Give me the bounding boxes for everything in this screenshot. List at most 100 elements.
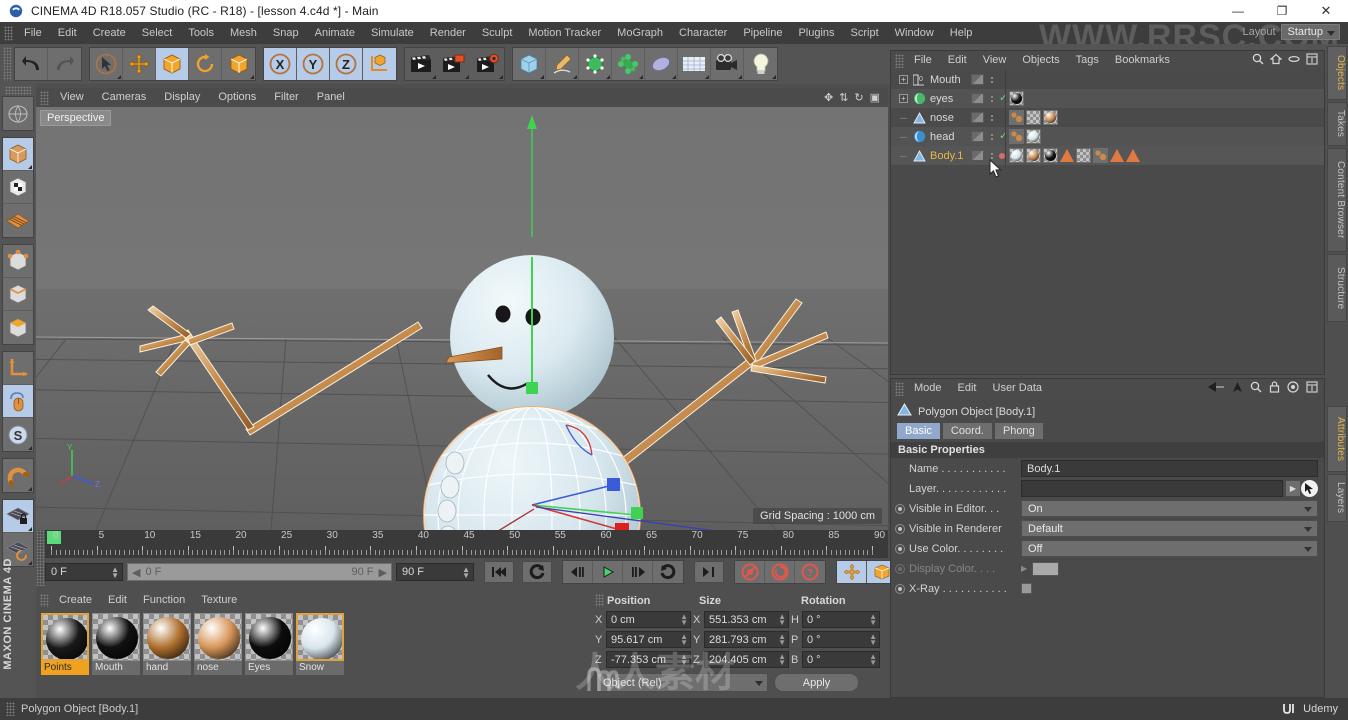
search-icon[interactable]: [1250, 381, 1262, 396]
attribute-tab[interactable]: Coord.: [942, 423, 992, 439]
selection-tag-icon[interactable]: [1060, 149, 1074, 162]
coordinate-mode-dropdown[interactable]: Object (Rel): [596, 673, 768, 692]
material-item[interactable]: nose: [194, 613, 242, 675]
world-object-coordinate-button[interactable]: [363, 48, 396, 80]
om-menu-objects[interactable]: Objects: [1014, 51, 1067, 70]
menu-item-script[interactable]: Script: [843, 22, 887, 44]
visibility-chip[interactable]: [971, 93, 984, 104]
material-item[interactable]: Eyes: [245, 613, 293, 675]
home-icon[interactable]: [1269, 53, 1283, 68]
menu-item-tools[interactable]: Tools: [180, 22, 222, 44]
selection-tag-icon[interactable]: [1110, 149, 1124, 162]
keyframe-selection-button[interactable]: ?: [795, 561, 825, 583]
coordinate-spinner[interactable]: ▲ ▼: [778, 653, 786, 667]
selection-tag-icon[interactable]: [1126, 149, 1140, 162]
enable-axis-modification-icon[interactable]: [3, 352, 33, 385]
scale-tool[interactable]: [156, 48, 189, 80]
material-item[interactable]: hand: [143, 613, 191, 675]
make-editable-icon[interactable]: [3, 138, 33, 171]
editor-render-dots[interactable]: [988, 114, 995, 121]
am-menu-mode[interactable]: Mode: [906, 379, 950, 398]
vertical-tab[interactable]: Layers: [1327, 474, 1347, 522]
render-view-button[interactable]: [405, 48, 438, 80]
lock-y-axis-button[interactable]: Y: [297, 48, 330, 80]
toolbar-grip[interactable]: [3, 47, 12, 81]
render-to-picture-viewer-button[interactable]: [438, 48, 471, 80]
visibility-chip[interactable]: [971, 74, 984, 85]
material-swatch[interactable]: [194, 613, 242, 661]
material-swatch[interactable]: [41, 613, 89, 661]
menu-item-snap[interactable]: Snap: [265, 22, 307, 44]
om-menu-bookmarks[interactable]: Bookmarks: [1107, 51, 1178, 70]
environment-button[interactable]: [645, 48, 678, 80]
add-panel-icon[interactable]: [1306, 381, 1318, 396]
om-menu-edit[interactable]: Edit: [940, 51, 975, 70]
position-key-button[interactable]: [837, 561, 867, 583]
maximize-viewport-icon[interactable]: ▣: [870, 91, 880, 104]
left-palette-grip[interactable]: [5, 86, 31, 95]
layer-expand-button[interactable]: ▶: [1285, 480, 1301, 497]
viewport-menu-filter[interactable]: Filter: [265, 88, 307, 107]
viewport-menu-display[interactable]: Display: [155, 88, 209, 107]
texture-mode-icon[interactable]: [3, 204, 33, 237]
scale-alt-tool[interactable]: [222, 48, 255, 80]
coordinate-spinner[interactable]: ▲ ▼: [778, 613, 786, 627]
cube-primitive-button[interactable]: [513, 48, 546, 80]
position-field[interactable]: 95.617 cm ▲ ▼: [606, 631, 691, 648]
attribute-dropdown[interactable]: On: [1021, 500, 1318, 517]
vertical-tab[interactable]: Attributes: [1327, 406, 1347, 472]
point-tag-icon[interactable]: [1009, 129, 1024, 144]
material-menu-texture[interactable]: Texture: [193, 592, 245, 609]
attribute-tab[interactable]: Phong: [994, 423, 1043, 439]
point-tag-icon[interactable]: [1093, 148, 1108, 163]
maximize-button[interactable]: ❐: [1260, 0, 1304, 22]
add-panel-icon[interactable]: [1306, 53, 1318, 68]
end-frame-field[interactable]: 90 F ▲ ▼: [396, 563, 474, 581]
spline-pen-button[interactable]: [546, 48, 579, 80]
attribute-dropdown[interactable]: Off: [1021, 540, 1318, 557]
viewport-menu-grip[interactable]: [40, 90, 49, 105]
menu-item-render[interactable]: Render: [422, 22, 474, 44]
attribute-manager-grip[interactable]: [895, 381, 904, 396]
end-frame-spinner[interactable]: ▲ ▼: [462, 566, 470, 580]
menu-item-window[interactable]: Window: [887, 22, 942, 44]
target-icon[interactable]: [1287, 381, 1299, 396]
material-item[interactable]: Snow: [296, 613, 344, 675]
menu-item-mesh[interactable]: Mesh: [222, 22, 265, 44]
redo-button[interactable]: [48, 48, 81, 80]
range-left-arrow-icon[interactable]: ◀: [132, 566, 140, 579]
animate-toggle-radio[interactable]: [895, 503, 905, 514]
object-row[interactable]: ─ nose: [891, 108, 1324, 127]
animate-toggle-radio[interactable]: [895, 583, 905, 594]
animate-toggle-radio[interactable]: [895, 523, 905, 534]
deformer-button[interactable]: [612, 48, 645, 80]
material-swatch[interactable]: [245, 613, 293, 661]
lock-workplane-icon[interactable]: [3, 500, 33, 533]
am-menu-user-data[interactable]: User Data: [985, 379, 1051, 398]
attribute-dropdown[interactable]: Default: [1021, 520, 1318, 537]
range-right-arrow-icon[interactable]: ▶: [379, 566, 387, 579]
lock-x-axis-button[interactable]: X: [264, 48, 297, 80]
rotate-tool[interactable]: [189, 48, 222, 80]
om-menu-file[interactable]: File: [906, 51, 940, 70]
move-tool[interactable]: [123, 48, 156, 80]
coordinate-spinner[interactable]: ▲ ▼: [869, 633, 877, 647]
material-menu-create[interactable]: Create: [51, 592, 100, 609]
floor-sky-button[interactable]: [678, 48, 711, 80]
attribute-tab[interactable]: Basic: [897, 423, 940, 439]
material-menu-grip[interactable]: [40, 594, 49, 607]
viewport-3d-scene[interactable]: Perspective Grid Spacing : 1000 cm Y Z: [36, 107, 888, 530]
light-button[interactable]: [744, 48, 777, 80]
preview-range-field[interactable]: ◀ 0 F 90 F ▶: [127, 563, 392, 581]
go-to-end-button[interactable]: [694, 561, 724, 583]
menu-item-help[interactable]: Help: [942, 22, 981, 44]
step-forward-button[interactable]: [623, 561, 653, 583]
rotation-field[interactable]: 0 ° ▲ ▼: [802, 651, 880, 668]
coordinate-spinner[interactable]: ▲ ▼: [680, 613, 688, 627]
rotate-view-icon[interactable]: ↻: [854, 91, 863, 104]
zoom-icon[interactable]: ⇅: [839, 91, 848, 104]
viewport-solo-icon[interactable]: [3, 385, 33, 418]
material-tag-icon[interactable]: [1026, 129, 1041, 144]
search-icon[interactable]: [1252, 53, 1264, 68]
layer-ellipse-icon[interactable]: [1288, 53, 1300, 68]
